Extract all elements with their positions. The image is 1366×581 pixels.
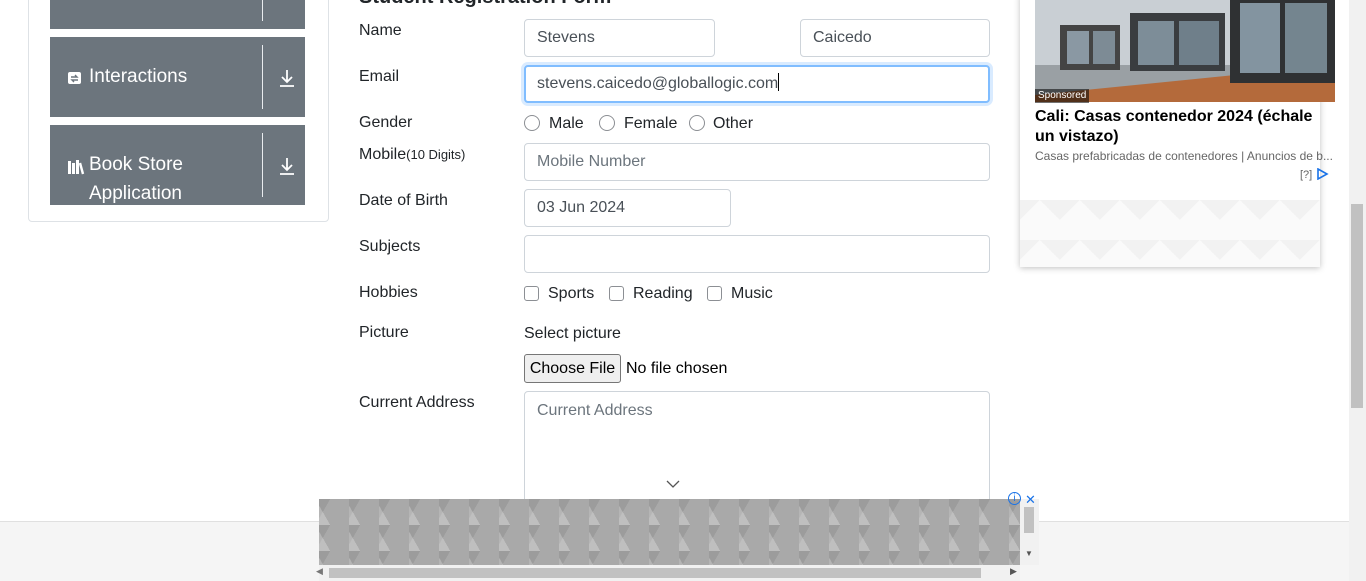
select-picture-label: Select picture: [524, 325, 621, 342]
ad-scrollbar-thumb[interactable]: [1024, 507, 1034, 533]
text-caret: [778, 73, 780, 91]
dob-label: Date of Birth: [359, 192, 448, 209]
name-label: Name: [359, 22, 402, 39]
dob-input[interactable]: 03 Jun 2024: [524, 189, 731, 227]
download-icon[interactable]: [276, 155, 298, 177]
choose-file-button[interactable]: Choose File: [524, 354, 621, 383]
menu-divider: [262, 0, 263, 21]
ad-background-pattern: [319, 499, 1020, 565]
hobby-sports-checkbox[interactable]: [524, 286, 539, 301]
hobby-reading-label[interactable]: Reading: [633, 284, 693, 304]
mobile-hint: (10 Digits): [406, 147, 466, 162]
ad-scrollbar-horizontal[interactable]: ◀ ▶: [316, 565, 1020, 581]
picture-label: Picture: [359, 324, 409, 341]
gender-male-label[interactable]: Male: [549, 114, 584, 134]
sidebar-group-book-store[interactable]: Book Store Application: [50, 125, 305, 205]
gender-female-label[interactable]: Female: [624, 114, 677, 134]
ad-headline[interactable]: Cali: Casas contenedor 2024 (échale un v…: [1035, 107, 1335, 147]
menu-divider: [262, 133, 263, 197]
ad-help-text: [?]: [1300, 169, 1313, 181]
page-scrollbar-thumb[interactable]: [1351, 204, 1363, 408]
subjects-input[interactable]: [524, 235, 990, 273]
interactions-icon: [67, 70, 83, 86]
scroll-down-icon[interactable]: ▼: [1025, 549, 1033, 558]
mobile-label-text: Mobile: [359, 146, 407, 163]
address-label: Current Address: [359, 394, 475, 411]
books-icon: [67, 159, 85, 175]
menu-divider: [262, 45, 263, 109]
gender-male-radio[interactable]: [524, 115, 540, 131]
download-icon[interactable]: [276, 67, 298, 89]
sponsored-badge: Sponsored: [1035, 89, 1090, 103]
scroll-left-icon[interactable]: ◀: [316, 566, 323, 577]
mobile-input[interactable]: Mobile Number: [524, 143, 990, 181]
hobby-reading-checkbox[interactable]: [609, 286, 624, 301]
chevron-down-icon: [666, 476, 680, 494]
hobby-sports-label[interactable]: Sports: [548, 284, 594, 304]
sidebar-group-label: Interactions: [89, 66, 188, 87]
ad-scrollbar-vertical[interactable]: ▼: [1020, 499, 1039, 565]
sidebar-group-previous[interactable]: [50, 0, 305, 29]
adchoices-icon: [1317, 167, 1329, 181]
ad-scrollbar-thumb[interactable]: [329, 568, 981, 578]
current-address-textarea[interactable]: Current Address: [524, 391, 990, 511]
email-input[interactable]: stevens.caicedo@globallogic.com: [524, 65, 990, 103]
ad-description[interactable]: Casas prefabricadas de contenedores | An…: [1035, 149, 1335, 163]
first-name-input[interactable]: Stevens: [524, 19, 715, 57]
scroll-right-icon[interactable]: ▶: [1010, 566, 1017, 577]
hobby-music-checkbox[interactable]: [707, 286, 722, 301]
gender-female-radio[interactable]: [599, 115, 615, 131]
file-status: No file chosen: [626, 360, 728, 377]
sidebar-group-label: Book Store Application: [89, 154, 183, 204]
close-icon[interactable]: ✕: [1025, 492, 1036, 508]
gender-other-label[interactable]: Other: [713, 114, 753, 134]
ad-background-pattern: [1020, 200, 1320, 267]
sidebar-group-interactions[interactable]: Interactions: [50, 37, 305, 117]
hobbies-label: Hobbies: [359, 284, 418, 301]
ad-image[interactable]: [1035, 0, 1335, 102]
hobby-music-label[interactable]: Music: [731, 284, 773, 304]
gender-other-radio[interactable]: [689, 115, 705, 131]
ad-help-link[interactable]: [?]: [1300, 167, 1331, 181]
subjects-label: Subjects: [359, 238, 421, 255]
form-title: Student Registration Form: [359, 0, 611, 9]
gender-label: Gender: [359, 114, 413, 131]
page-scrollbar[interactable]: [1349, 0, 1366, 581]
info-icon[interactable]: i: [1008, 492, 1021, 505]
bottom-banner-ad[interactable]: [319, 499, 1020, 565]
mobile-label: Mobile(10 Digits): [359, 146, 465, 164]
email-value: stevens.caicedo@globallogic.com: [537, 75, 779, 92]
email-label: Email: [359, 68, 400, 85]
last-name-input[interactable]: Caicedo: [800, 19, 990, 57]
